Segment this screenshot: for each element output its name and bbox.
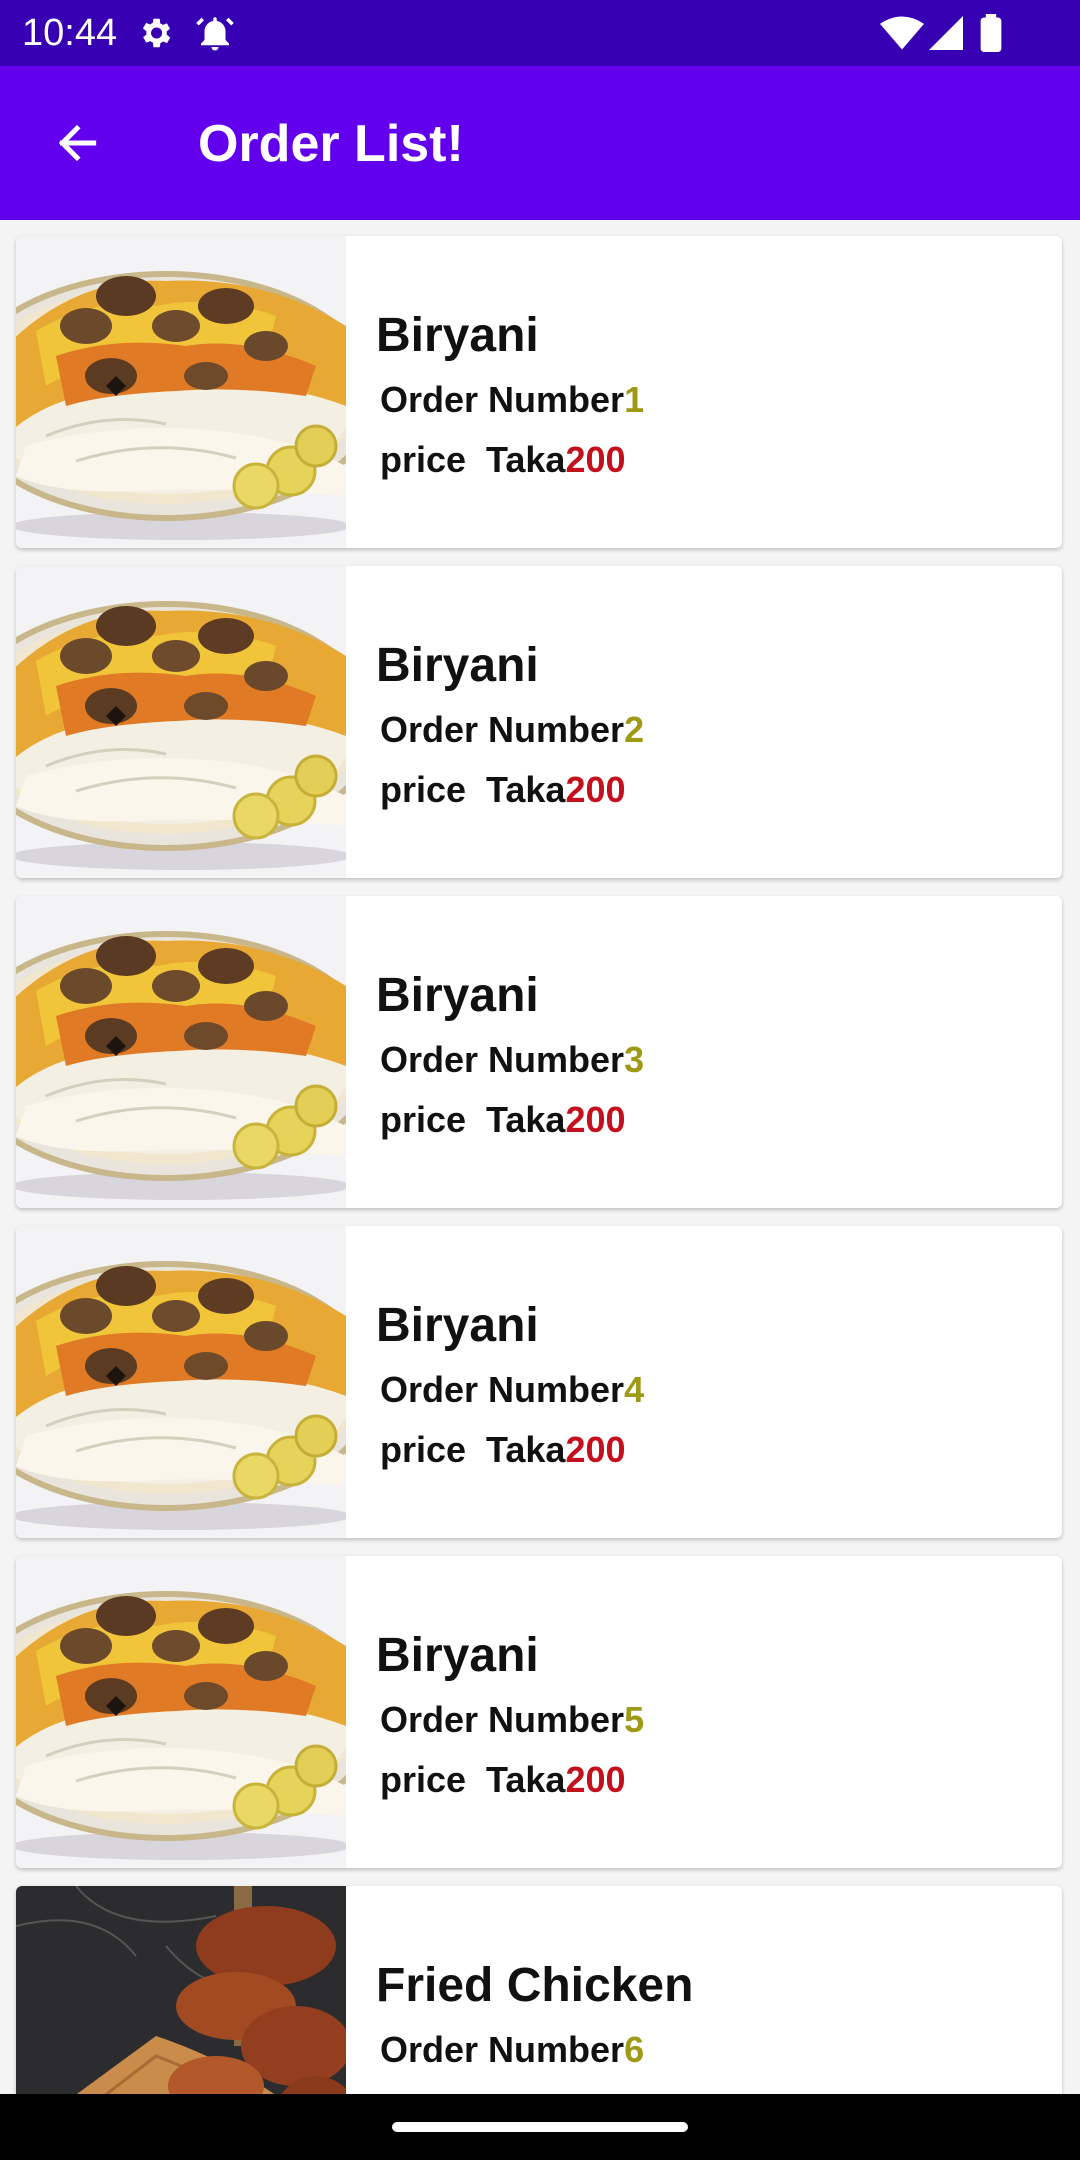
price-line: price Taka200 <box>380 768 626 812</box>
order-number-label: Order Number <box>380 2029 625 2070</box>
navigation-bar <box>0 2094 1080 2160</box>
order-number-label: Order Number <box>380 709 625 750</box>
price-value: 200 <box>565 1099 626 1140</box>
page-title: Order List! <box>198 115 464 173</box>
item-name: Biryani <box>376 1299 539 1352</box>
order-number-value: 4 <box>624 1369 645 1410</box>
order-number-line: Order Number1 <box>380 378 644 422</box>
price-line: price Taka200 <box>380 1428 626 1472</box>
order-number-value: 5 <box>624 1699 645 1740</box>
biryani-image <box>16 1226 346 1538</box>
order-card[interactable]: Biryani Order Number1 price Taka200 <box>16 236 1062 548</box>
order-number-line: Order Number4 <box>380 1368 644 1412</box>
price-value: 200 <box>565 769 626 810</box>
order-number-line: Order Number3 <box>380 1038 644 1082</box>
arrow-back-icon <box>58 124 97 162</box>
back-button[interactable] <box>40 109 114 177</box>
price-label: price Taka <box>380 769 566 810</box>
item-name: Biryani <box>376 639 539 692</box>
order-card[interactable]: Biryani Order Number3 price Taka200 <box>16 896 1062 1208</box>
order-number-value: 1 <box>624 379 645 420</box>
price-label: price Taka <box>380 1759 566 1800</box>
alarm-icon <box>196 17 234 51</box>
order-number-value: 6 <box>624 2029 645 2070</box>
biryani-image <box>16 566 346 878</box>
status-time: 10:44 <box>22 12 118 54</box>
price-value: 200 <box>565 1759 626 1800</box>
price-label: price Taka <box>380 1099 566 1140</box>
biryani-image <box>16 236 346 548</box>
price-label: price Taka <box>380 1429 566 1470</box>
order-card[interactable]: Biryani Order Number2 price Taka200 <box>16 566 1062 878</box>
order-number-label: Order Number <box>380 1369 625 1410</box>
biryani-image <box>16 1556 346 1868</box>
fried-chicken-image <box>16 1886 346 2094</box>
item-name: Biryani <box>376 969 539 1022</box>
price-label: price Taka <box>380 439 566 480</box>
order-list[interactable]: Biryani Order Number1 price Taka200 Biry… <box>0 220 1080 2094</box>
price-value: 200 <box>565 439 626 480</box>
order-card[interactable]: Fried Chicken Order Number6 <box>16 1886 1062 2094</box>
app-bar: Order List! <box>0 66 1080 220</box>
price-line: price Taka200 <box>380 1098 626 1142</box>
order-number-line: Order Number2 <box>380 708 644 752</box>
order-card[interactable]: Biryani Order Number5 price Taka200 <box>16 1556 1062 1868</box>
order-number-line: Order Number6 <box>380 2028 644 2072</box>
status-bar: 10:44 <box>0 0 1080 66</box>
biryani-image <box>16 896 346 1208</box>
order-number-label: Order Number <box>380 1039 625 1080</box>
price-value: 200 <box>565 1429 626 1470</box>
order-number-value: 3 <box>624 1039 645 1080</box>
order-number-label: Order Number <box>380 379 625 420</box>
signal-icon <box>929 16 963 50</box>
wifi-icon <box>880 16 924 50</box>
price-line: price Taka200 <box>380 1758 626 1802</box>
item-name: Fried Chicken <box>376 1959 694 2012</box>
gear-icon <box>142 18 171 48</box>
home-gesture-handle[interactable] <box>392 2122 688 2132</box>
order-number-label: Order Number <box>380 1699 625 1740</box>
item-name: Biryani <box>376 309 539 362</box>
order-card[interactable]: Biryani Order Number4 price Taka200 <box>16 1226 1062 1538</box>
item-name: Biryani <box>376 1629 539 1682</box>
order-number-line: Order Number5 <box>380 1698 644 1742</box>
order-number-value: 2 <box>624 709 645 750</box>
price-line: price Taka200 <box>380 438 626 482</box>
battery-icon <box>980 14 1002 52</box>
